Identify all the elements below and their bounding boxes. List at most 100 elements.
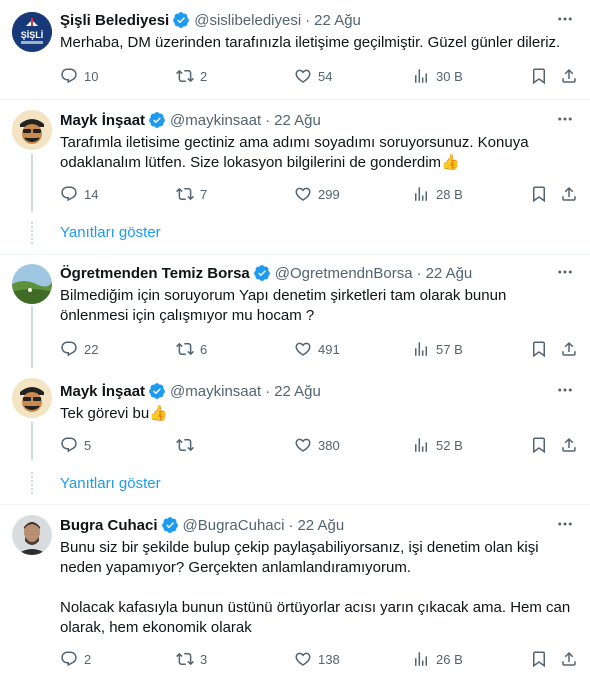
like-count: 138 xyxy=(318,651,340,667)
bookmark-icon xyxy=(533,651,545,668)
bookmark-button[interactable] xyxy=(530,67,548,85)
author-name[interactable]: Bugra Cuhaci xyxy=(60,517,158,534)
show-replies-link[interactable]: Yanıtları göster xyxy=(60,224,161,241)
share-button[interactable] xyxy=(560,436,578,454)
tweet[interactable]: Bugra Cuhaci @BugraCuhaci · 22 Ağu Bunu … xyxy=(0,505,590,687)
reply-icon xyxy=(61,437,77,453)
sisli-logo-avatar[interactable]: ŞİŞLİ xyxy=(12,12,52,52)
like-button[interactable]: 54 xyxy=(294,67,332,85)
thread-connector xyxy=(31,422,33,460)
reply-button[interactable]: 10 xyxy=(60,67,98,85)
retweet-button[interactable] xyxy=(176,436,200,454)
reply-count: 5 xyxy=(84,437,92,453)
landscape-photo-icon xyxy=(12,264,52,304)
verified-badge-icon xyxy=(173,12,190,28)
heart-icon xyxy=(295,187,311,201)
author-handle[interactable]: @maykinsaat xyxy=(170,112,261,129)
reply-count: 10 xyxy=(84,68,99,84)
more-options-icon[interactable] xyxy=(556,110,574,128)
tweet-time[interactable]: 22 Ağu xyxy=(426,265,473,282)
views-button[interactable]: 30 B xyxy=(412,67,463,85)
like-button[interactable]: 380 xyxy=(294,436,340,454)
retweet-button[interactable]: 7 xyxy=(176,185,207,203)
retweet-icon xyxy=(176,342,194,356)
tweet-time[interactable]: 22 Ağu xyxy=(274,112,321,129)
views-chart-icon xyxy=(415,69,427,83)
share-icon xyxy=(562,437,576,452)
thread-dots xyxy=(31,472,33,494)
heart-icon xyxy=(295,69,311,83)
heart-icon xyxy=(295,652,311,666)
tweet[interactable]: Mayk İnşaat @maykinsaat · 22 Ağu Tarafım… xyxy=(0,100,590,212)
author-handle[interactable]: @BugraCuhaci xyxy=(183,517,285,534)
views-chart-icon xyxy=(415,652,427,666)
photo-avatar[interactable] xyxy=(12,515,52,555)
share-button[interactable] xyxy=(560,67,578,85)
retweet-count: 6 xyxy=(200,341,208,357)
tweet-time[interactable]: 22 Ağu xyxy=(297,517,344,534)
share-button[interactable] xyxy=(560,340,578,358)
more-options-icon[interactable] xyxy=(556,10,574,28)
cartoon-avatar[interactable] xyxy=(12,378,52,418)
reply-button[interactable]: 14 xyxy=(60,185,98,203)
author-handle[interactable]: @OgretmendnBorsa xyxy=(275,265,413,282)
bookmark-button[interactable] xyxy=(530,185,548,203)
like-button[interactable]: 138 xyxy=(294,650,340,668)
author-name[interactable]: Şişli Belediyesi xyxy=(60,12,169,29)
retweet-count: 7 xyxy=(200,186,208,202)
reply-button[interactable]: 2 xyxy=(60,650,91,668)
tweet-time[interactable]: 22 Ağu xyxy=(274,383,321,400)
like-button[interactable]: 299 xyxy=(294,185,340,203)
author-handle[interactable]: @maykinsaat xyxy=(170,383,261,400)
author-name[interactable]: Ögretmenden Temiz Borsa xyxy=(60,265,250,282)
show-replies-link[interactable]: Yanıtları göster xyxy=(60,475,161,492)
views-chart-icon xyxy=(415,342,427,356)
views-button[interactable]: 52 B xyxy=(412,436,463,454)
like-button[interactable]: 491 xyxy=(294,340,340,358)
bookmark-button[interactable] xyxy=(530,340,548,358)
author-handle[interactable]: @sislibelediyesi xyxy=(194,12,301,29)
bookmark-icon xyxy=(533,68,545,85)
landscape-avatar[interactable] xyxy=(12,264,52,304)
retweet-button[interactable]: 2 xyxy=(176,67,207,85)
views-count: 26 B xyxy=(436,651,463,667)
bookmark-icon xyxy=(533,341,545,358)
bookmark-button[interactable] xyxy=(530,436,548,454)
retweet-button[interactable]: 3 xyxy=(176,650,207,668)
views-button[interactable]: 57 B xyxy=(412,340,463,358)
views-button[interactable]: 28 B xyxy=(412,185,463,203)
share-button[interactable] xyxy=(560,185,578,203)
author-name[interactable]: Mayk İnşaat xyxy=(60,383,145,400)
reply-icon xyxy=(61,341,77,357)
more-options-icon[interactable] xyxy=(556,515,574,533)
tweet[interactable]: Ögretmenden Temiz Borsa @OgretmendnBorsa… xyxy=(0,255,590,368)
share-button[interactable] xyxy=(560,650,578,668)
tweet-time[interactable]: 22 Ağu xyxy=(314,12,361,29)
views-count: 57 B xyxy=(436,341,463,357)
more-options-icon[interactable] xyxy=(556,263,574,281)
share-icon xyxy=(562,68,576,83)
retweet-button[interactable]: 6 xyxy=(176,340,207,358)
reply-icon xyxy=(61,186,77,202)
retweet-icon xyxy=(176,652,194,666)
reply-button[interactable]: 22 xyxy=(60,340,98,358)
views-count: 52 B xyxy=(436,437,463,453)
author-name[interactable]: Mayk İnşaat xyxy=(60,112,145,129)
tweet[interactable]: ŞİŞLİ Şişli Belediyesi @sislibelediyesi … xyxy=(0,0,590,100)
share-icon xyxy=(562,341,576,356)
share-icon xyxy=(562,186,576,201)
cartoon-avatar[interactable] xyxy=(12,110,52,150)
reply-button[interactable]: 5 xyxy=(60,436,91,454)
views-count: 28 B xyxy=(436,186,463,202)
tweet-text: Merhaba, DM üzerinden tarafınızla iletiş… xyxy=(60,34,561,51)
reply-count: 2 xyxy=(84,651,92,667)
tweet-text: Tarafımla iletisime gectiniz ama adımı s… xyxy=(60,134,533,171)
views-button[interactable]: 26 B xyxy=(412,650,463,668)
tweet[interactable]: Mayk İnşaat @maykinsaat · 22 Ağu Tek gör… xyxy=(0,368,590,460)
bookmark-button[interactable] xyxy=(530,650,548,668)
more-options-icon[interactable] xyxy=(556,381,574,399)
bookmark-icon xyxy=(533,186,545,203)
reply-icon xyxy=(61,68,77,84)
tweet-text: Bilmediğim için soruyorum Yapı denetim ş… xyxy=(60,287,511,324)
thread-connector xyxy=(31,306,33,368)
